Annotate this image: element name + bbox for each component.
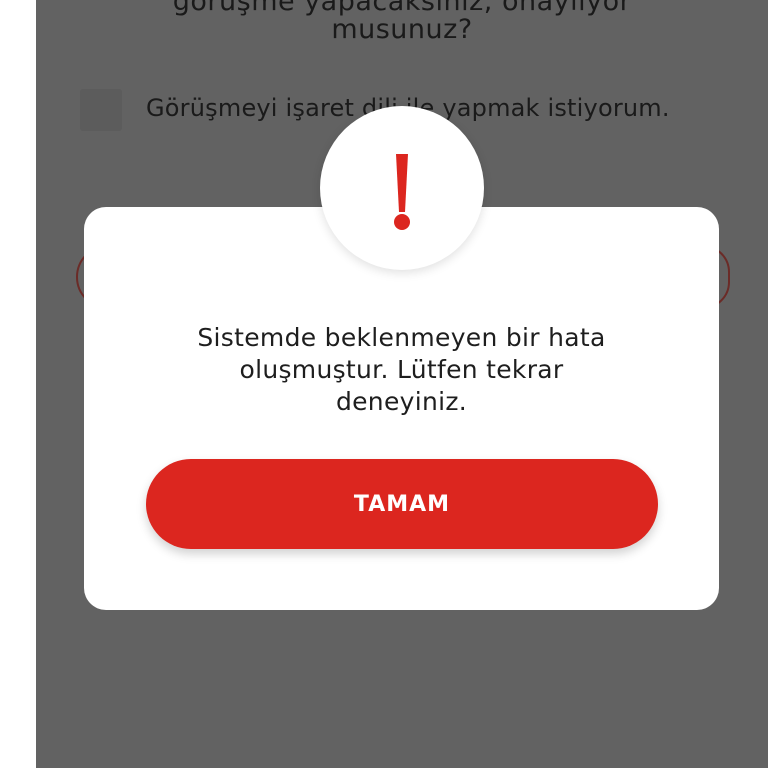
sign-language-checkbox[interactable] (80, 89, 122, 131)
question-text-line-2: musunuz? (331, 14, 473, 45)
error-message-line-3: deneyiniz. (335, 387, 468, 416)
alert-badge (320, 106, 484, 270)
error-message: Sistemde beklenmeyen bir hata oluşmuştur… (84, 322, 719, 418)
page: görüşme yapacaksınız, onaylıyor musunuz?… (0, 0, 768, 768)
ok-button[interactable]: TAMAM (146, 459, 658, 549)
exclamation-icon (394, 154, 410, 230)
error-message-line-1: Sistemde beklenmeyen bir hata (197, 323, 606, 352)
error-message-line-2: oluşmuştur. Lütfen tekrar (239, 355, 564, 384)
